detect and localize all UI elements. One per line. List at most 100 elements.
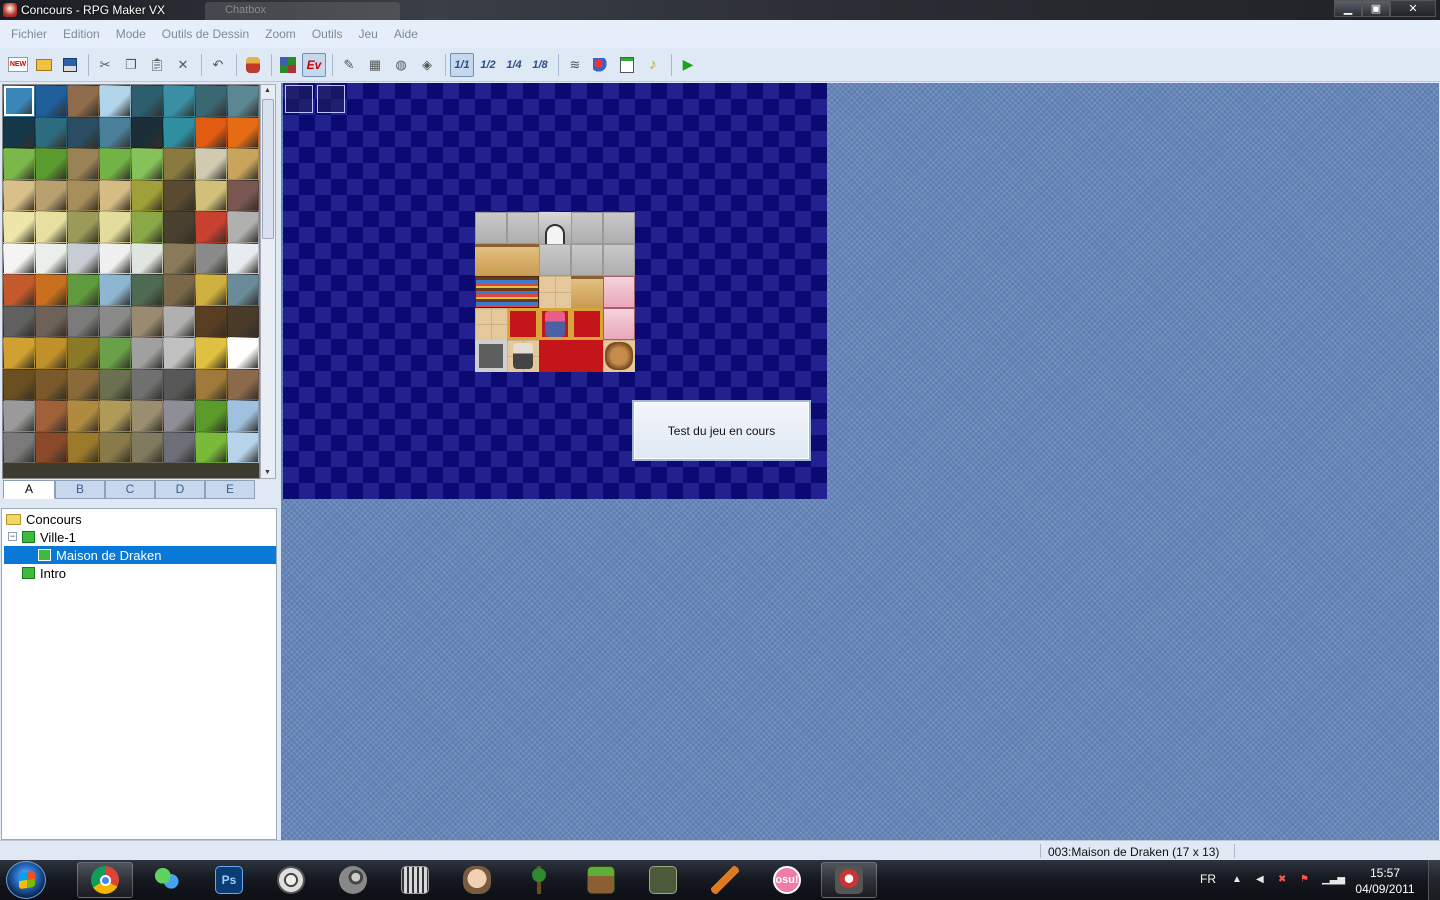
tileset-tile[interactable] [3, 337, 35, 369]
tab-b[interactable]: B [55, 480, 105, 499]
taskbar-photoshop[interactable]: Ps [201, 862, 257, 898]
tileset-tile[interactable] [3, 179, 35, 211]
zoom-1-8-icon[interactable]: 1/8 [528, 53, 552, 77]
ellipse-icon[interactable]: ◍ [389, 53, 413, 77]
tileset-tile[interactable] [3, 116, 35, 148]
tileset-tile[interactable] [195, 85, 227, 117]
tileset-tile[interactable] [67, 274, 99, 306]
zoom-1-4-icon[interactable]: 1/4 [502, 53, 526, 77]
tileset-tile[interactable] [99, 274, 131, 306]
tileset-tile[interactable] [35, 148, 67, 180]
tab-a[interactable]: A [3, 480, 55, 499]
tileset-tile[interactable] [3, 148, 35, 180]
signal-strength-icon[interactable]: ▁▃▅ [1322, 874, 1345, 886]
tileset-tile[interactable] [3, 211, 35, 243]
action-center-icon[interactable]: ⚑ [1300, 874, 1312, 886]
tileset-tile[interactable] [99, 85, 131, 117]
tileset-tile[interactable] [99, 211, 131, 243]
tileset-tile[interactable] [163, 85, 195, 117]
tileset-tile[interactable] [35, 85, 67, 117]
tileset-tile[interactable] [195, 431, 227, 463]
playtest-icon[interactable]: ▶ [676, 53, 700, 77]
taskbar-messenger[interactable] [139, 862, 195, 898]
fill-icon[interactable]: ◈ [415, 53, 439, 77]
tileset-tile[interactable] [227, 211, 259, 243]
tileset-tile[interactable] [227, 400, 259, 432]
tileset-tile[interactable] [35, 305, 67, 337]
menu-edition[interactable]: Edition [55, 27, 108, 41]
tileset-tile[interactable] [131, 431, 163, 463]
tileset-tile[interactable] [3, 305, 35, 337]
tileset-tile[interactable] [227, 337, 259, 369]
taskbar-media-center[interactable] [263, 862, 319, 898]
tileset-tile[interactable] [131, 116, 163, 148]
tileset-tile[interactable] [131, 274, 163, 306]
tileset-tile[interactable] [227, 116, 259, 148]
save-icon[interactable] [58, 53, 82, 77]
tileset-tile[interactable] [67, 400, 99, 432]
taskbar-paint-tool[interactable] [697, 862, 753, 898]
tileset-tile[interactable] [195, 179, 227, 211]
language-indicator[interactable]: FR [1200, 872, 1216, 886]
tileset-tile[interactable] [67, 211, 99, 243]
tileset-tile[interactable] [195, 274, 227, 306]
show-hidden-icons-icon[interactable]: ▲ [1232, 874, 1244, 886]
tileset-scrollbar[interactable]: ▲ ▼ [260, 84, 276, 479]
tileset-tile[interactable] [99, 148, 131, 180]
tileset-tile[interactable] [3, 242, 35, 274]
tileset-tile[interactable] [67, 242, 99, 274]
menu-jeu[interactable]: Jeu [351, 27, 386, 41]
tab-e[interactable]: E [205, 480, 255, 499]
tab-d[interactable]: D [155, 480, 205, 499]
tab-c[interactable]: C [105, 480, 155, 499]
show-desktop-button[interactable] [1428, 860, 1440, 900]
tileset-tile[interactable] [131, 337, 163, 369]
tileset-tile[interactable] [99, 242, 131, 274]
tileset-tile[interactable] [35, 116, 67, 148]
tileset-tile[interactable] [131, 85, 163, 117]
menu-fichier[interactable]: Fichier [3, 27, 55, 41]
materials-icon[interactable] [589, 53, 613, 77]
volume-icon[interactable]: ◀ [1256, 874, 1268, 886]
tileset-tile[interactable] [195, 148, 227, 180]
tileset-tile[interactable] [195, 305, 227, 337]
tileset-tile[interactable] [67, 431, 99, 463]
tileset-tile[interactable] [227, 305, 259, 337]
tileset-tile[interactable] [195, 337, 227, 369]
tileset-tile[interactable] [67, 116, 99, 148]
tileset-tile[interactable] [35, 242, 67, 274]
tree-item-intro[interactable]: Intro [22, 564, 66, 582]
tileset-palette[interactable] [2, 84, 260, 479]
tileset-tile[interactable] [227, 148, 259, 180]
tileset-tile[interactable] [163, 400, 195, 432]
delete-icon[interactable]: ✕ [171, 53, 195, 77]
pencil-icon[interactable]: ✎ [337, 53, 361, 77]
taskbar-chrome[interactable] [77, 862, 133, 898]
menu-outils-de-dessin[interactable]: Outils de Dessin [154, 27, 257, 41]
character-icon[interactable] [241, 53, 265, 77]
tileset-tile[interactable] [163, 116, 195, 148]
tileset-tile[interactable] [35, 368, 67, 400]
sound-test-icon[interactable]: ♪ [641, 53, 665, 77]
map-canvas[interactable]: Test du jeu en cours [283, 83, 827, 499]
script-editor-icon[interactable] [615, 53, 639, 77]
close-button[interactable]: ✕ [1390, 0, 1436, 17]
tileset-tile[interactable] [195, 242, 227, 274]
tileset-tile[interactable] [163, 274, 195, 306]
tileset-tile[interactable] [35, 179, 67, 211]
tileset-tile[interactable] [195, 400, 227, 432]
event-mode-icon[interactable]: Ev [302, 52, 326, 77]
new-project-icon[interactable]: NEW [6, 53, 30, 77]
tileset-tile[interactable] [99, 431, 131, 463]
tileset-tile[interactable] [131, 242, 163, 274]
zoom-1-2-icon[interactable]: 1/2 [476, 53, 500, 77]
taskbar-minecraft[interactable] [573, 862, 629, 898]
cut-icon[interactable]: ✂ [93, 53, 117, 77]
tileset-tile[interactable] [35, 211, 67, 243]
tileset-tile[interactable] [195, 116, 227, 148]
tree-item-project[interactable]: Concours [6, 510, 82, 528]
taskbar-rpg-maker[interactable] [821, 862, 877, 898]
start-button[interactable] [6, 861, 46, 899]
background-window-tab[interactable]: Chatbox [205, 2, 400, 20]
tileset-tile[interactable] [163, 148, 195, 180]
